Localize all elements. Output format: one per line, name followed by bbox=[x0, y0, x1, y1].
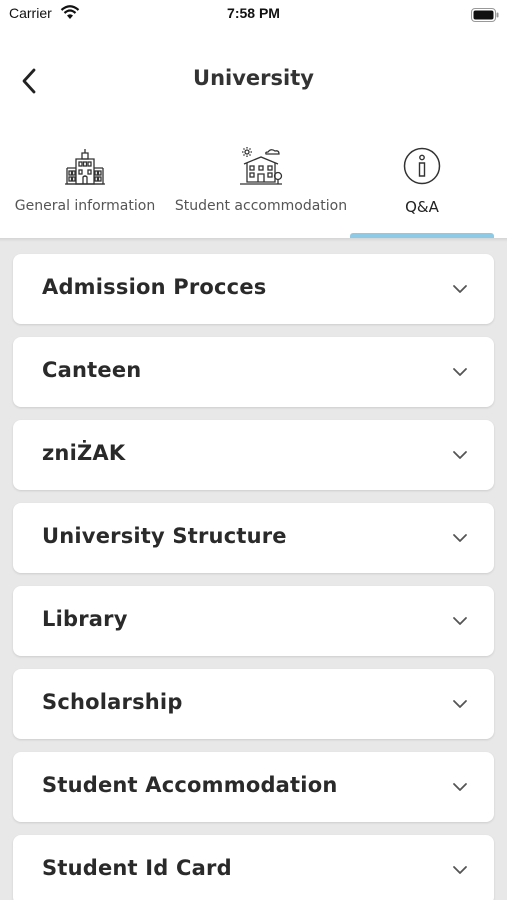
chevron-down-icon bbox=[453, 700, 467, 708]
qa-section-list: Admission Procces Canteen zniŻAK Univers… bbox=[13, 254, 494, 900]
navigation-bar: University bbox=[0, 50, 507, 110]
tab-student-accommodation[interactable]: Student accommodation bbox=[166, 140, 356, 238]
qa-section-university-structure[interactable]: University Structure bbox=[13, 503, 494, 573]
qa-section-title: Scholarship bbox=[42, 690, 183, 714]
qa-section-library[interactable]: Library bbox=[13, 586, 494, 656]
dormitory-building-icon bbox=[238, 146, 284, 192]
tab-bar: General information Student accommodatio… bbox=[0, 140, 507, 238]
chevron-down-icon bbox=[453, 368, 467, 376]
qa-section-title: Student Accommodation bbox=[42, 773, 338, 797]
chevron-down-icon bbox=[453, 534, 467, 542]
chevron-down-icon bbox=[453, 285, 467, 293]
university-building-icon bbox=[64, 146, 106, 192]
qa-section-znizak[interactable]: zniŻAK bbox=[13, 420, 494, 490]
tab-qa-label: Q&A bbox=[405, 198, 439, 216]
qa-section-title: Student Id Card bbox=[42, 856, 232, 880]
battery-icon bbox=[471, 7, 499, 26]
qa-section-admission-procces[interactable]: Admission Procces bbox=[13, 254, 494, 324]
chevron-down-icon bbox=[453, 783, 467, 791]
qa-section-student-accommodation[interactable]: Student Accommodation bbox=[13, 752, 494, 822]
status-time: 7:58 PM bbox=[227, 5, 280, 21]
tab-general-information[interactable]: General information bbox=[6, 140, 164, 238]
header-divider bbox=[0, 238, 507, 242]
chevron-down-icon bbox=[453, 866, 467, 874]
page-title: University bbox=[193, 66, 314, 90]
header: Carrier 7:58 PM University General infor… bbox=[0, 0, 507, 238]
qa-section-title: Canteen bbox=[42, 358, 142, 382]
qa-section-scholarship[interactable]: Scholarship bbox=[13, 669, 494, 739]
qa-section-title: Library bbox=[42, 607, 128, 631]
chevron-down-icon bbox=[453, 617, 467, 625]
chevron-down-icon bbox=[453, 451, 467, 459]
qa-section-canteen[interactable]: Canteen bbox=[13, 337, 494, 407]
tab-general-information-label: General information bbox=[14, 198, 156, 214]
tab-student-accommodation-label: Student accommodation bbox=[174, 198, 348, 214]
info-circle-icon bbox=[402, 146, 442, 190]
qa-section-title: University Structure bbox=[42, 524, 287, 548]
qa-section-title: Admission Procces bbox=[42, 275, 267, 299]
status-bar: Carrier 7:58 PM bbox=[0, 0, 507, 30]
qa-section-title: zniŻAK bbox=[42, 441, 126, 465]
qa-section-student-id-card[interactable]: Student Id Card bbox=[13, 835, 494, 900]
tab-qa[interactable]: Q&A bbox=[350, 140, 494, 238]
